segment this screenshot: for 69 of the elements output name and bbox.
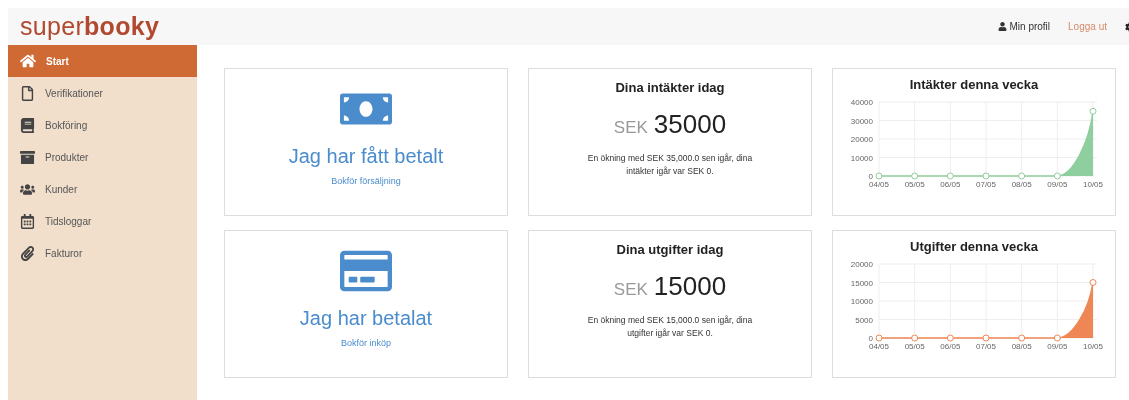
x-tick-label: 05/05 — [904, 180, 925, 189]
logo[interactable]: superbooky — [20, 12, 160, 41]
data-point — [1089, 107, 1097, 115]
y-tick-label: 30000 — [850, 116, 873, 126]
y-tick-label: 20000 — [850, 135, 873, 144]
x-tick-label: 05/05 — [904, 342, 925, 351]
profile-link[interactable]: Min profil — [998, 21, 1051, 32]
data-point — [1018, 334, 1026, 342]
action-title-link[interactable]: Jag har fått betalt — [288, 145, 444, 168]
data-point — [875, 334, 883, 342]
x-tick-label: 09/05 — [1047, 180, 1068, 189]
currency-label: SEK — [613, 118, 648, 138]
y-tick-label: 5000 — [855, 315, 873, 325]
data-point — [911, 172, 919, 180]
stat-title: Dina utgifter idag — [616, 242, 724, 257]
x-tick-label: 06/05 — [940, 180, 961, 189]
sidebar-item[interactable]: Start — [8, 45, 197, 77]
data-point — [1018, 172, 1026, 180]
data-point — [982, 334, 990, 342]
chart-title: Utgifter denna vecka — [910, 239, 1038, 254]
data-point — [1089, 279, 1097, 286]
data-point — [1053, 334, 1061, 342]
y-tick-label: 20000 — [850, 260, 873, 269]
calendar-icon — [20, 213, 35, 229]
y-tick-label: 15000 — [850, 278, 873, 288]
sidebar-item[interactable]: Verifikationer — [8, 77, 197, 109]
users-icon — [20, 181, 35, 197]
sidebar-item[interactable]: Produkter — [8, 141, 197, 173]
stat-description: En ökning med SEK 15,000.0 sen igår, dina utgifter igår var SEK 0. — [586, 314, 754, 340]
x-tick-label: 04/05 — [869, 342, 889, 351]
data-point — [875, 172, 883, 180]
x-tick-label: 06/05 — [940, 342, 961, 351]
data-point — [982, 172, 990, 180]
stat-description: En ökning med SEK 35,000.0 sen igår, dina intäkter igår var SEK 0. — [586, 152, 754, 178]
x-tick-label: 10/05 — [1083, 180, 1103, 189]
data-point — [911, 334, 919, 342]
data-point — [946, 172, 954, 180]
action-link[interactable]: Bokför försäljning — [331, 176, 401, 186]
sidebar-item[interactable]: Fakturor — [8, 237, 197, 269]
stat-title: Dina intäkter idag — [615, 80, 725, 95]
x-tick-label: 04/05 — [869, 180, 889, 189]
sidebar-item[interactable]: Kunder — [8, 173, 197, 205]
x-tick-label: 07/05 — [976, 342, 996, 351]
home-icon — [20, 53, 36, 69]
chart-title: Intäkter denna vecka — [909, 77, 1039, 92]
sidebar-item[interactable]: Tidsloggar — [8, 205, 197, 237]
data-point — [1053, 172, 1061, 180]
action-link[interactable]: Bokför inköp — [341, 338, 391, 348]
x-tick-label: 08/05 — [1011, 342, 1032, 351]
x-tick-label: 08/05 — [1011, 180, 1032, 189]
y-tick-label: 10000 — [850, 297, 873, 306]
x-tick-label: 07/05 — [976, 180, 996, 189]
paperclip-icon — [20, 245, 35, 261]
data-point — [946, 334, 954, 342]
x-tick-label: 09/05 — [1047, 342, 1068, 351]
book-icon — [20, 117, 35, 133]
user-icon — [998, 22, 1008, 31]
amount-value: 15000 — [653, 271, 727, 302]
sidebar-item[interactable]: Bokföring — [8, 109, 197, 141]
x-tick-label: 10/05 — [1083, 342, 1103, 351]
archive-icon — [20, 149, 35, 165]
currency-label: SEK — [613, 280, 648, 300]
action-title-link[interactable]: Jag har betalat — [299, 307, 433, 330]
y-tick-label: 0 — [868, 334, 873, 343]
y-tick-label: 0 — [868, 172, 873, 181]
file-icon — [20, 85, 35, 101]
amount-value: 35000 — [653, 109, 727, 140]
y-tick-label: 40000 — [850, 98, 873, 107]
y-tick-label: 10000 — [850, 153, 873, 163]
